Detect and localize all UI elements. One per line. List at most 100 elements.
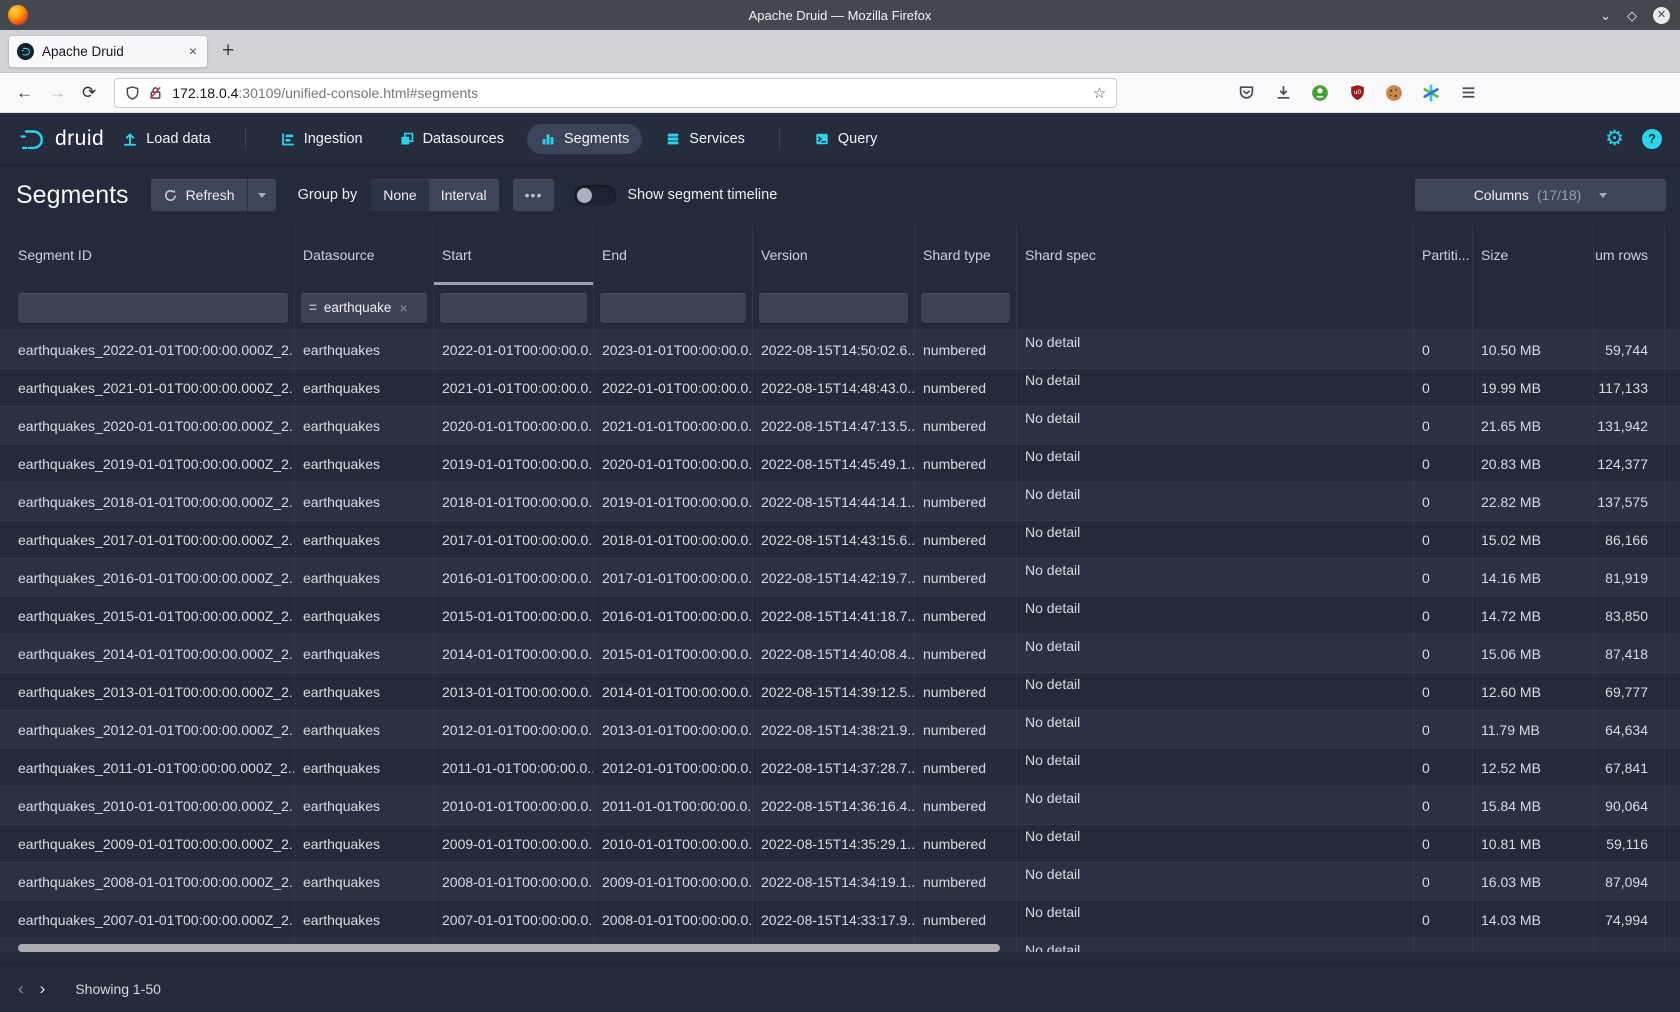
cookie-icon[interactable] (1385, 84, 1403, 102)
ingestion-icon (280, 131, 296, 147)
column-header-version[interactable]: Version (753, 225, 915, 285)
horizontal-scrollbar[interactable] (18, 944, 1000, 952)
table-row[interactable]: earthquakes_2021-01-01T00:00:00.000Z_2..… (0, 368, 1680, 406)
extension-asterisk-icon[interactable] (1422, 84, 1440, 102)
cell-spare (1665, 407, 1680, 444)
table-row[interactable]: earthquakes_2007-01-01T00:00:00.000Z_2..… (0, 900, 1680, 938)
nav-item-ingestion[interactable]: Ingestion (267, 124, 376, 154)
cell-size: 12.60 MB (1473, 673, 1594, 710)
nav-item-label: Ingestion (304, 131, 363, 147)
tab-close-icon[interactable]: × (187, 43, 199, 59)
table-row[interactable]: earthquakes_2011-01-01T00:00:00.000Z_2..… (0, 748, 1680, 786)
nav-item-services[interactable]: Services (652, 124, 758, 154)
table-row[interactable]: earthquakes_2014-01-01T00:00:00.000Z_2..… (0, 634, 1680, 672)
cell-shard-type: numbered (915, 673, 1017, 710)
filter-input-end[interactable] (600, 293, 746, 323)
table-row[interactable]: earthquakes_2022-01-01T00:00:00.000Z_2..… (0, 330, 1680, 368)
cell-end: 2014-01-01T00:00:00.0... (594, 673, 753, 710)
cell-size: 19.99 MB (1473, 369, 1594, 406)
column-header-datasource[interactable]: Datasource (295, 225, 434, 285)
table-row[interactable]: earthquakes_2012-01-01T00:00:00.000Z_2..… (0, 710, 1680, 748)
columns-button[interactable]: Columns (17/18) (1415, 179, 1666, 211)
group-by-interval-button[interactable]: Interval (429, 179, 499, 211)
nav-divider (245, 128, 246, 150)
filter-datasource-tag[interactable]: =earthquake× (301, 293, 427, 323)
nav-item-query[interactable]: Query (801, 124, 891, 154)
table-row[interactable]: earthquakes_2015-01-01T00:00:00.000Z_2..… (0, 596, 1680, 634)
cell-segment-id: earthquakes_2022-01-01T00:00:00.000Z_2..… (0, 331, 295, 368)
cell-start: 2008-01-01T00:00:00.0... (434, 863, 594, 900)
table-row[interactable]: earthquakes_2019-01-01T00:00:00.000Z_2..… (0, 444, 1680, 482)
table-row[interactable]: earthquakes_2017-01-01T00:00:00.000Z_2..… (0, 520, 1680, 558)
help-icon[interactable]: ? (1642, 129, 1662, 149)
nav-item-segments[interactable]: Segments (527, 124, 642, 154)
cell-shard-spec: No detail (1017, 521, 1414, 558)
cell-shard-spec: No detail (1017, 939, 1414, 952)
filter-input-version[interactable] (759, 293, 908, 323)
cell-start: 2022-01-01T00:00:00.0... (434, 331, 594, 368)
table-row[interactable]: earthquakes_2018-01-01T00:00:00.000Z_2..… (0, 482, 1680, 520)
filter-input-start[interactable] (440, 293, 587, 323)
settings-gear-icon[interactable]: ⚙ (1605, 128, 1624, 149)
table-row[interactable]: earthquakes_2016-01-01T00:00:00.000Z_2..… (0, 558, 1680, 596)
cell-spare (1665, 749, 1680, 786)
reload-button[interactable]: ⟳ (82, 83, 96, 103)
nav-item-datasources[interactable]: Datasources (386, 124, 517, 154)
cell-num-rows: 59,744 (1594, 331, 1665, 368)
column-header-shard-type[interactable]: Shard type (915, 225, 1017, 285)
group-by-none-button[interactable]: None (371, 179, 428, 211)
column-header-partition[interactable]: Partiti... (1414, 225, 1473, 285)
cell-spare (1665, 635, 1680, 672)
columns-label: Columns (1474, 187, 1529, 203)
more-options-button[interactable]: ••• (513, 179, 555, 211)
column-header-end[interactable]: End (594, 225, 753, 285)
window-titlebar: Apache Druid — Mozilla Firefox ⌄ ◇ ✕ (0, 0, 1680, 30)
nav-item-load-data[interactable]: Load data (109, 124, 224, 154)
druid-nav-items: Load data Ingestion Datasources Segments Ser… (104, 113, 895, 164)
minimize-icon[interactable]: ⌄ (1600, 9, 1611, 22)
segment-timeline-toggle[interactable] (574, 185, 616, 206)
column-header-spare[interactable] (1665, 225, 1680, 285)
bookmark-star-icon[interactable]: ☆ (1093, 84, 1106, 102)
tab-title: Apache Druid (42, 44, 187, 59)
back-button[interactable]: ← (16, 83, 33, 103)
refresh-button[interactable]: Refresh (151, 179, 247, 211)
table-row[interactable]: earthquakes_2008-01-01T00:00:00.000Z_2..… (0, 862, 1680, 900)
close-icon[interactable]: ✕ (1653, 7, 1670, 24)
refresh-dropdown-button[interactable] (247, 179, 276, 211)
column-header-size[interactable]: Size (1473, 225, 1594, 285)
remove-filter-icon[interactable]: × (399, 300, 407, 316)
table-row[interactable]: earthquakes_2010-01-01T00:00:00.000Z_2..… (0, 786, 1680, 824)
prev-page-icon[interactable]: ‹ (18, 979, 24, 999)
druid-logo[interactable]: druid (16, 123, 104, 155)
filter-cell-end (594, 285, 753, 330)
cell-size: 15.02 MB (1473, 521, 1594, 558)
maximize-icon[interactable]: ◇ (1627, 9, 1637, 22)
table-row[interactable]: earthquakes_2013-01-01T00:00:00.000Z_2..… (0, 672, 1680, 710)
browser-tab[interactable]: Apache Druid × (8, 35, 208, 68)
table-row[interactable]: earthquakes_2009-01-01T00:00:00.000Z_2..… (0, 824, 1680, 862)
ublock-origin-icon[interactable]: u0 (1348, 84, 1366, 102)
table-row[interactable]: earthquakes_2020-01-01T00:00:00.000Z_2..… (0, 406, 1680, 444)
cell-partition: 0 (1414, 673, 1473, 710)
filter-input-segment-id[interactable] (18, 293, 288, 323)
url-bar[interactable]: 172.18.0.4:30109/unified-console.html#se… (114, 78, 1117, 108)
pocket-icon[interactable] (1237, 84, 1255, 102)
cell-spare (1665, 863, 1680, 900)
download-icon[interactable] (1274, 84, 1292, 102)
forward-button[interactable]: → (49, 83, 66, 103)
column-header-start[interactable]: Start (434, 225, 594, 285)
column-header-shard-spec[interactable]: Shard spec (1017, 225, 1414, 285)
menu-icon[interactable] (1459, 84, 1477, 102)
privacy-badger-icon[interactable] (1311, 84, 1329, 102)
column-header-segment-id[interactable]: Segment ID (0, 225, 295, 285)
cell-datasource: earthquakes (295, 331, 434, 368)
cell-start: 2020-01-01T00:00:00.0... (434, 407, 594, 444)
next-page-icon[interactable]: › (40, 979, 46, 999)
filter-input-shard-type[interactable] (921, 293, 1010, 323)
cell-shard-spec: No detail (1017, 635, 1414, 672)
new-tab-button[interactable]: + (222, 39, 234, 63)
cell-shard-spec: No detail (1017, 901, 1414, 938)
column-header-num-rows[interactable]: Num rows (1594, 225, 1665, 285)
cell-end: 2010-01-01T00:00:00.0... (594, 825, 753, 862)
